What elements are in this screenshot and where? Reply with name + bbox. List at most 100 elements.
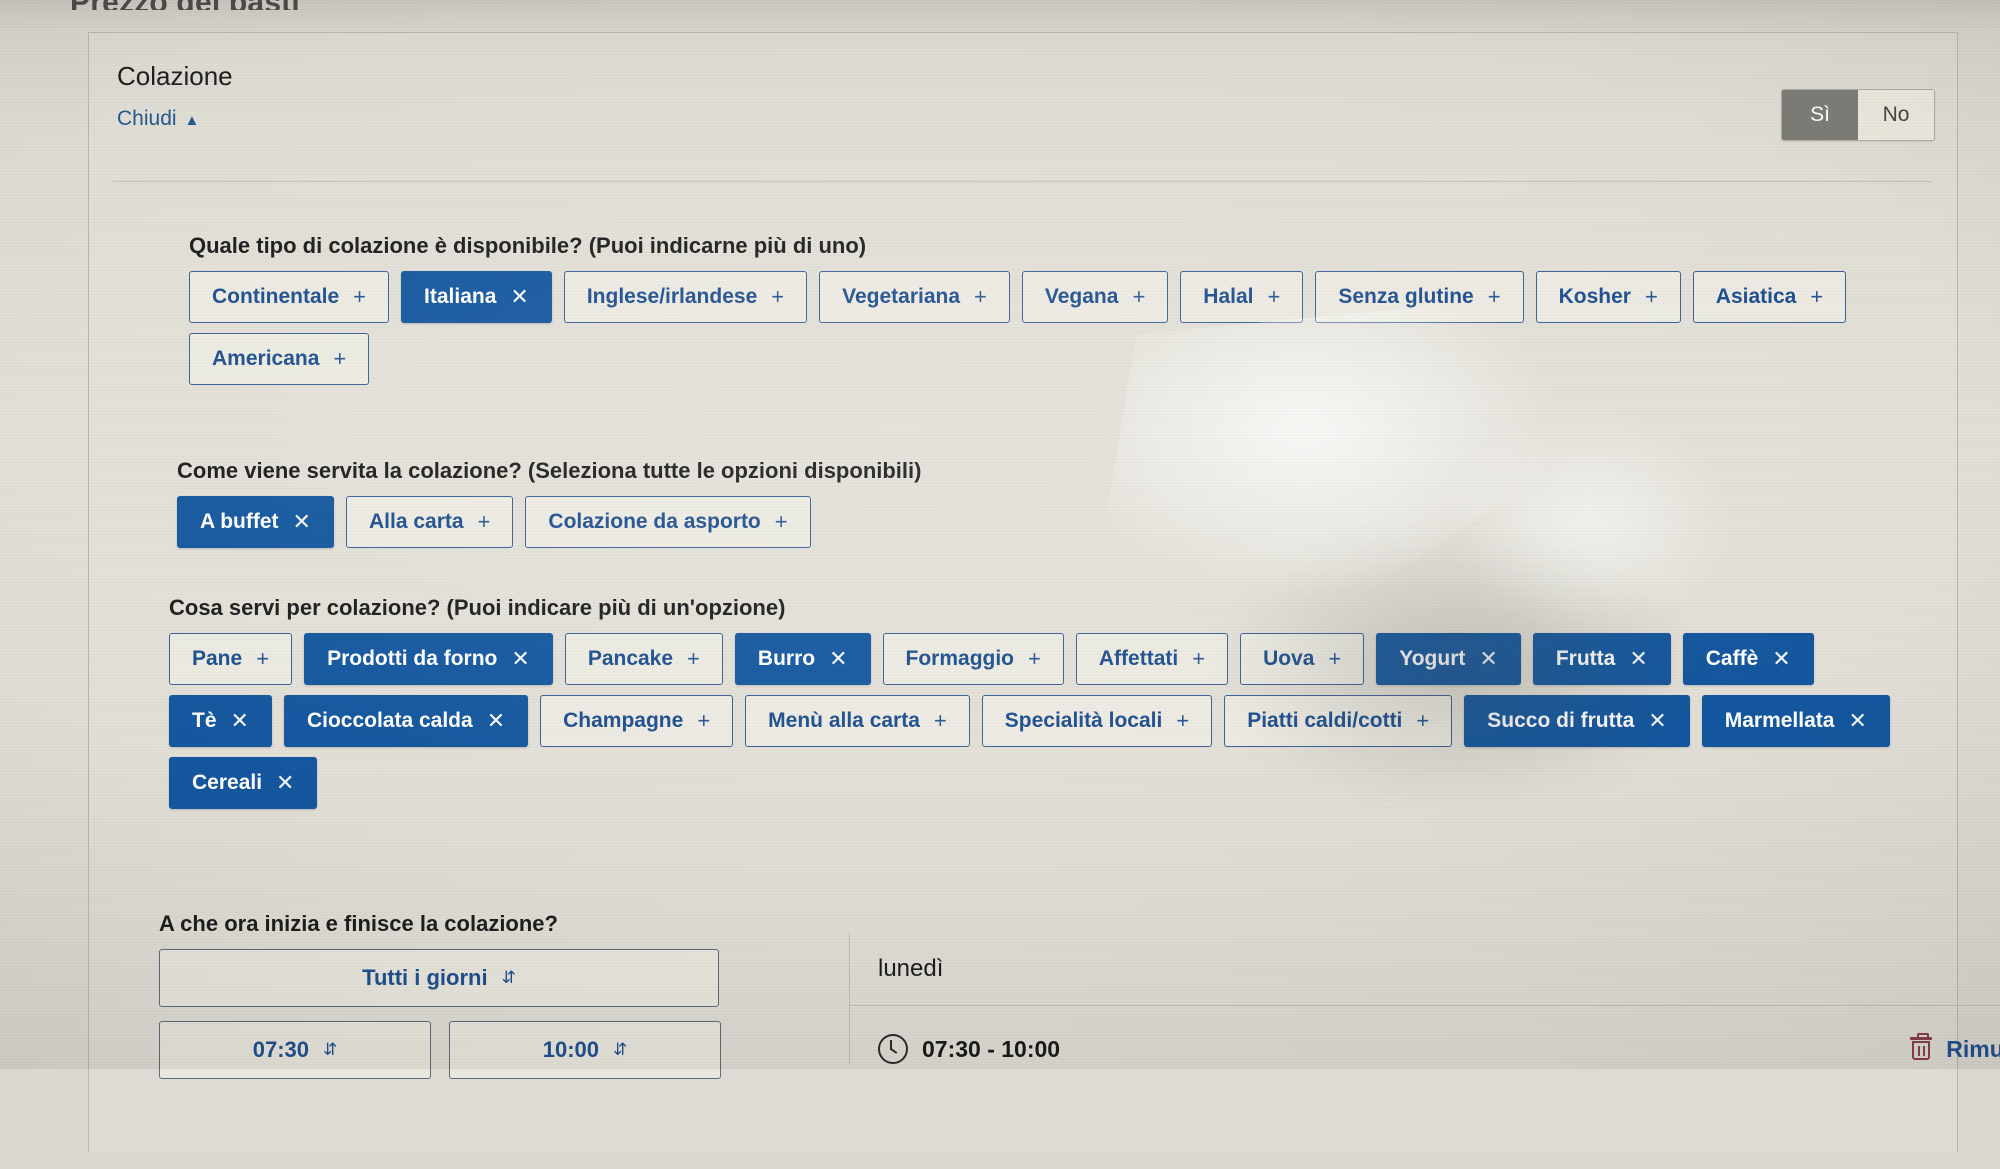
close-icon: ✕ bbox=[511, 646, 530, 671]
chip-option[interactable]: Cereali ✕ bbox=[169, 757, 318, 809]
plus-icon: + bbox=[697, 708, 711, 733]
question-label: Quale tipo di colazione è disponibile? (… bbox=[189, 233, 867, 258]
chip-option[interactable]: Uova + bbox=[1240, 633, 1365, 685]
plus-icon: + bbox=[771, 284, 785, 309]
end-time-select[interactable]: 10:00 ⇵ bbox=[449, 1021, 721, 1079]
chip-option[interactable]: Marmellata ✕ bbox=[1701, 695, 1890, 747]
close-section-label: Chiudi bbox=[117, 107, 177, 130]
close-icon: ✕ bbox=[276, 770, 295, 795]
chip-label: Caffè bbox=[1705, 647, 1759, 670]
close-icon: ✕ bbox=[292, 509, 311, 534]
availability-toggle[interactable]: Sì No bbox=[1781, 89, 1935, 141]
chip-option[interactable]: Italiana ✕ bbox=[401, 271, 552, 323]
chip-label: Yogurt bbox=[1399, 647, 1466, 670]
remove-schedule-button[interactable]: Rimuovi bbox=[1910, 1033, 2000, 1063]
chip-option[interactable]: Frutta ✕ bbox=[1532, 633, 1671, 685]
chevron-updown-icon: ⇵ bbox=[501, 968, 516, 987]
chip-option[interactable]: Specialità locali + bbox=[981, 695, 1213, 747]
chip-option[interactable]: Yogurt ✕ bbox=[1376, 633, 1521, 685]
chip-option[interactable]: Pane + bbox=[169, 633, 293, 685]
chip-option[interactable]: Cioccolata calda ✕ bbox=[283, 695, 529, 747]
toggle-no-option[interactable]: No bbox=[1858, 90, 1934, 140]
plus-icon: + bbox=[333, 346, 347, 371]
chip-option[interactable]: Burro ✕ bbox=[734, 633, 871, 685]
chip-label: Vegana bbox=[1044, 285, 1119, 308]
plus-icon: + bbox=[256, 646, 270, 671]
plus-icon: + bbox=[974, 284, 987, 309]
chip-label: Affettati bbox=[1098, 647, 1179, 670]
chip-label: A buffet bbox=[200, 510, 279, 533]
question-breakfast-items: Cosa servi per colazione? (Puoi indicare… bbox=[169, 595, 1905, 809]
chip-option[interactable]: Tè ✕ bbox=[169, 695, 272, 747]
chip-option[interactable]: Americana + bbox=[189, 333, 370, 385]
chip-option[interactable]: Senza glutine + bbox=[1315, 271, 1524, 323]
chip-label: Asiatica bbox=[1715, 285, 1797, 308]
chip-label: Italiana bbox=[424, 285, 497, 308]
chip-option[interactable]: A buffet ✕ bbox=[177, 496, 334, 548]
plus-icon: + bbox=[1192, 646, 1206, 671]
chip-label: Cereali bbox=[192, 771, 263, 794]
question-breakfast-service: Come viene servita la colazione? (Selezi… bbox=[177, 458, 1897, 548]
chevron-up-icon: ▲ bbox=[184, 111, 200, 129]
chip-option[interactable]: Alla carta + bbox=[345, 496, 514, 548]
chevron-updown-icon: ⇵ bbox=[613, 1040, 628, 1059]
plus-icon: + bbox=[1487, 284, 1501, 309]
trash-icon bbox=[1910, 1033, 1933, 1061]
close-icon: ✕ bbox=[1479, 646, 1498, 671]
close-icon: ✕ bbox=[486, 708, 506, 733]
chip-option[interactable]: Inglese/irlandese + bbox=[563, 271, 808, 323]
plus-icon: + bbox=[774, 509, 788, 534]
close-icon: ✕ bbox=[1629, 646, 1648, 671]
chip-option[interactable]: Prodotti da forno ✕ bbox=[304, 633, 553, 685]
chip-label: Inglese/irlandese bbox=[586, 285, 758, 308]
chip-option[interactable]: Champagne + bbox=[540, 695, 734, 747]
chip-option[interactable]: Menù alla carta + bbox=[745, 695, 970, 747]
chip-label: Americana bbox=[212, 347, 320, 370]
question-label: Come viene servita la colazione? (Selezi… bbox=[177, 458, 922, 483]
chip-option[interactable]: Colazione da asporto + bbox=[525, 496, 811, 548]
schedule-summary-panel: lunedì 07:30 - 10:00 Rimuovi bbox=[849, 933, 2000, 1064]
plus-icon: + bbox=[1810, 284, 1824, 309]
page-heading-cutoff: Prezzo dei pasti bbox=[70, 0, 300, 10]
chip-group-breakfast-service: A buffet ✕ Alla carta + Colazione da asporto… bbox=[177, 496, 1897, 548]
plus-icon: + bbox=[1028, 646, 1041, 671]
plus-icon: + bbox=[477, 509, 491, 534]
summary-day-hours: 07:30 - 10:00 bbox=[922, 1035, 1061, 1062]
chip-option[interactable]: Halal + bbox=[1180, 271, 1304, 323]
chip-option[interactable]: Formaggio + bbox=[882, 633, 1064, 685]
toggle-yes-option[interactable]: Sì bbox=[1782, 90, 1858, 140]
chip-option[interactable]: Succo di frutta ✕ bbox=[1464, 695, 1690, 747]
close-section-link[interactable]: Chiudi ▲ bbox=[117, 107, 199, 131]
chip-group-breakfast-items: Pane + Prodotti da forno ✕ Pancake + Burro ✕ For… bbox=[169, 633, 1905, 809]
chip-label: Marmellata bbox=[1724, 709, 1835, 732]
chip-option[interactable]: Vegana + bbox=[1021, 271, 1169, 323]
chip-label: Burro bbox=[757, 647, 816, 670]
question-breakfast-type: Quale tipo di colazione è disponibile? (… bbox=[189, 233, 1897, 385]
chip-label: Pane bbox=[192, 647, 243, 670]
chip-option[interactable]: Affettati + bbox=[1075, 633, 1229, 685]
chip-option[interactable]: Asiatica + bbox=[1692, 271, 1847, 323]
chip-label: Senza glutine bbox=[1338, 285, 1474, 308]
chip-option[interactable]: Caffè ✕ bbox=[1682, 633, 1814, 685]
days-select[interactable]: Tutti i giorni ⇵ bbox=[159, 949, 719, 1007]
plus-icon: + bbox=[1328, 646, 1342, 671]
page-title: Colazione bbox=[117, 61, 233, 91]
chip-label: Colazione da asporto bbox=[548, 510, 761, 533]
plus-icon: + bbox=[353, 284, 367, 309]
close-icon: ✕ bbox=[510, 284, 529, 309]
chip-option[interactable]: Pancake + bbox=[564, 633, 723, 685]
chip-label: Uova bbox=[1263, 647, 1315, 670]
chip-option[interactable]: Kosher + bbox=[1535, 271, 1681, 323]
start-time-value: 07:30 bbox=[252, 1037, 310, 1062]
close-icon: ✕ bbox=[1772, 646, 1791, 671]
chip-option[interactable]: Vegetariana + bbox=[819, 271, 1010, 323]
chip-option[interactable]: Piatti caldi/cotti + bbox=[1224, 695, 1453, 747]
plus-icon: + bbox=[1132, 284, 1146, 309]
chip-label: Succo di frutta bbox=[1487, 709, 1635, 732]
schedule-controls: Tutti i giorni ⇵ 07:30 ⇵ 10:00 ⇵ bbox=[159, 949, 749, 1079]
chip-label: Menù alla carta bbox=[768, 709, 920, 732]
close-icon: ✕ bbox=[230, 708, 249, 733]
chip-option[interactable]: Continentale + bbox=[189, 271, 390, 323]
clock-icon bbox=[878, 1034, 908, 1064]
start-time-select[interactable]: 07:30 ⇵ bbox=[159, 1021, 431, 1079]
